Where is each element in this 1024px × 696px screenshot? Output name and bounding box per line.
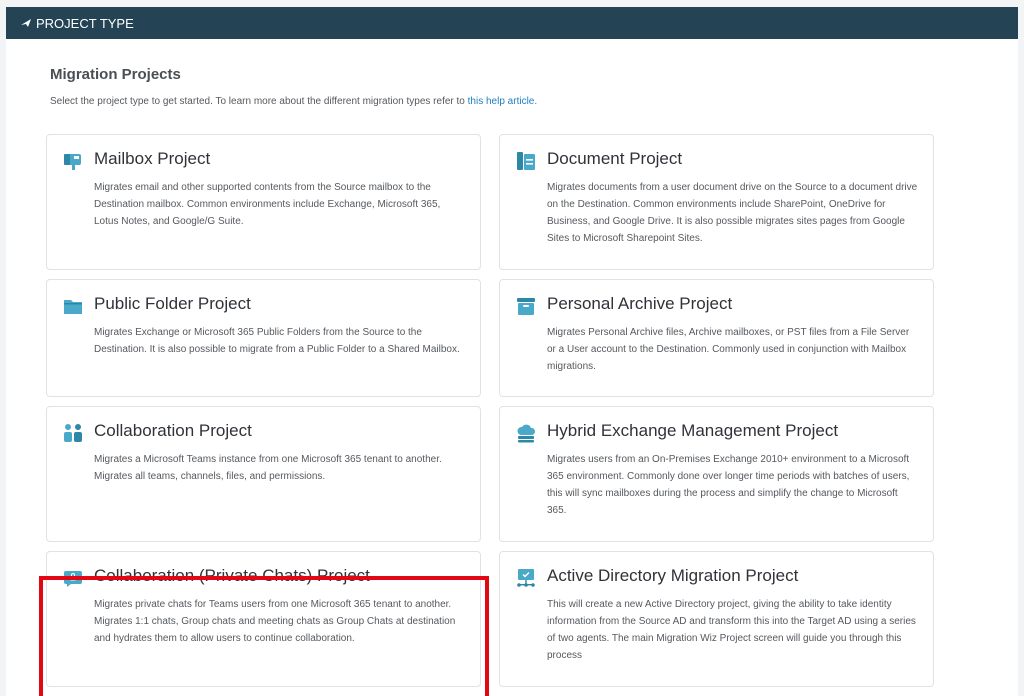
description-text: Select the project type to get started. … xyxy=(50,96,468,107)
archive-icon xyxy=(516,296,536,316)
card-description: Migrates private chats for Teams users f… xyxy=(94,599,456,644)
card-description: Migrates email and other supported conte… xyxy=(94,182,441,227)
private-chat-icon xyxy=(63,568,83,588)
document-icon xyxy=(516,151,536,171)
card-title: Hybrid Exchange Management Project xyxy=(547,421,839,440)
card-title: Mailbox Project xyxy=(94,149,211,168)
card-title: Public Folder Project xyxy=(94,294,251,313)
card-title: Collaboration (Private Chats) Project xyxy=(94,566,370,585)
mailbox-icon xyxy=(63,151,83,171)
project-type-panel: PROJECT TYPE Migration Projects Select t… xyxy=(6,7,1018,696)
directory-icon xyxy=(516,568,536,588)
cloud-icon xyxy=(516,423,536,443)
card-private-chats-project[interactable]: Collaboration (Private Chats) Project Mi… xyxy=(46,551,481,687)
card-title: Personal Archive Project xyxy=(547,294,733,313)
card-personal-archive-project[interactable]: Personal Archive Project Migrates Person… xyxy=(499,279,934,397)
card-description: Migrates documents from a user document … xyxy=(547,182,918,244)
card-title: Document Project xyxy=(547,149,683,168)
card-description: Migrates users from an On-Premises Excha… xyxy=(547,454,910,516)
card-description: Migrates Personal Archive files, Archive… xyxy=(547,327,910,372)
card-document-project[interactable]: Document Project Migrates documents from… xyxy=(499,134,934,270)
help-article-link[interactable]: this help article. xyxy=(468,96,537,107)
card-collaboration-project[interactable]: Collaboration Project Migrates a Microso… xyxy=(46,406,481,542)
card-description: Migrates a Microsoft Teams instance from… xyxy=(94,454,442,482)
panel-header-title: PROJECT TYPE xyxy=(36,15,134,31)
card-description: Migrates Exchange or Microsoft 365 Publi… xyxy=(94,327,460,355)
card-title: Collaboration Project xyxy=(94,421,252,440)
users-icon xyxy=(63,423,83,443)
panel-header: PROJECT TYPE xyxy=(6,7,1018,39)
card-title: Active Directory Migration Project xyxy=(547,566,799,585)
page-title: Migration Projects xyxy=(50,66,181,83)
page-description: Select the project type to get started. … xyxy=(50,96,537,107)
folder-icon xyxy=(63,296,83,316)
card-public-folder-project[interactable]: Public Folder Project Migrates Exchange … xyxy=(46,279,481,397)
plane-icon xyxy=(20,17,32,29)
card-description: This will create a new Active Directory … xyxy=(547,599,916,661)
card-hybrid-exchange-project[interactable]: Hybrid Exchange Management Project Migra… xyxy=(499,406,934,542)
card-active-directory-project[interactable]: Active Directory Migration Project This … xyxy=(499,551,934,687)
card-mailbox-project[interactable]: Mailbox Project Migrates email and other… xyxy=(46,134,481,270)
